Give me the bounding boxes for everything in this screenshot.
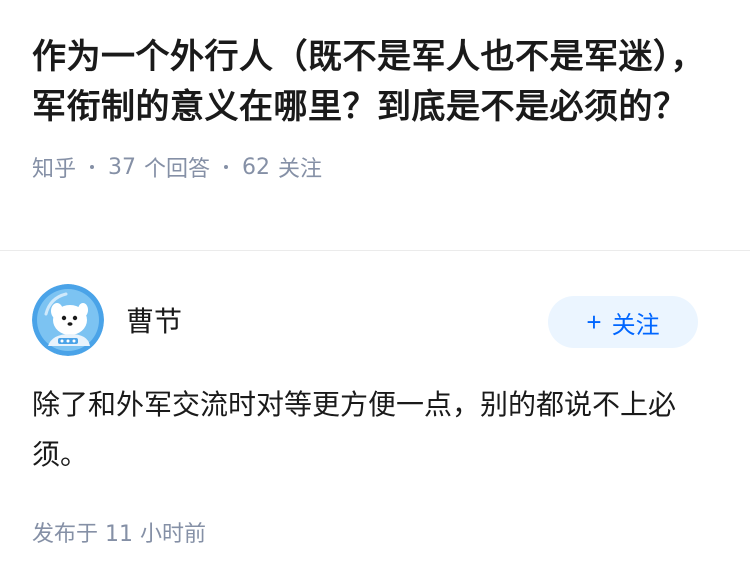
source-label[interactable]: 知乎 [32,151,76,183]
section-divider [0,250,750,251]
answer-content[interactable]: 除了和外军交流时对等更方便一点，别的都说不上必须。 [32,380,712,480]
publish-time: 发布于 11 小时前 [32,522,206,547]
follower-count: 62 [242,154,271,180]
answer-count-label: 个回答 [144,157,211,182]
follow-button-label: 关注 [611,311,660,339]
follower-count-label: 关注 [278,157,323,182]
answer-page: 作为一个外行人（既不是军人也不是军迷），军衔制的意义在哪里？到底是不是必须的？ … [0,0,750,582]
follow-button[interactable]: + 关注 [548,296,698,348]
question-title[interactable]: 作为一个外行人（既不是军人也不是军迷），军衔制的意义在哪里？到底是不是必须的？ [32,32,722,132]
separator-dot [90,165,95,169]
plus-icon: + [586,306,602,337]
question-meta: 知乎 37 个回答 62 关注 [32,151,722,183]
answer-count: 37 [108,154,137,180]
dog-mascot-avatar-icon[interactable] [32,284,104,356]
author-name[interactable]: 曹节 [126,300,182,340]
separator-dot [224,165,229,169]
question-header: 作为一个外行人（既不是军人也不是军迷），军衔制的意义在哪里？到底是不是必须的？ … [32,32,722,182]
